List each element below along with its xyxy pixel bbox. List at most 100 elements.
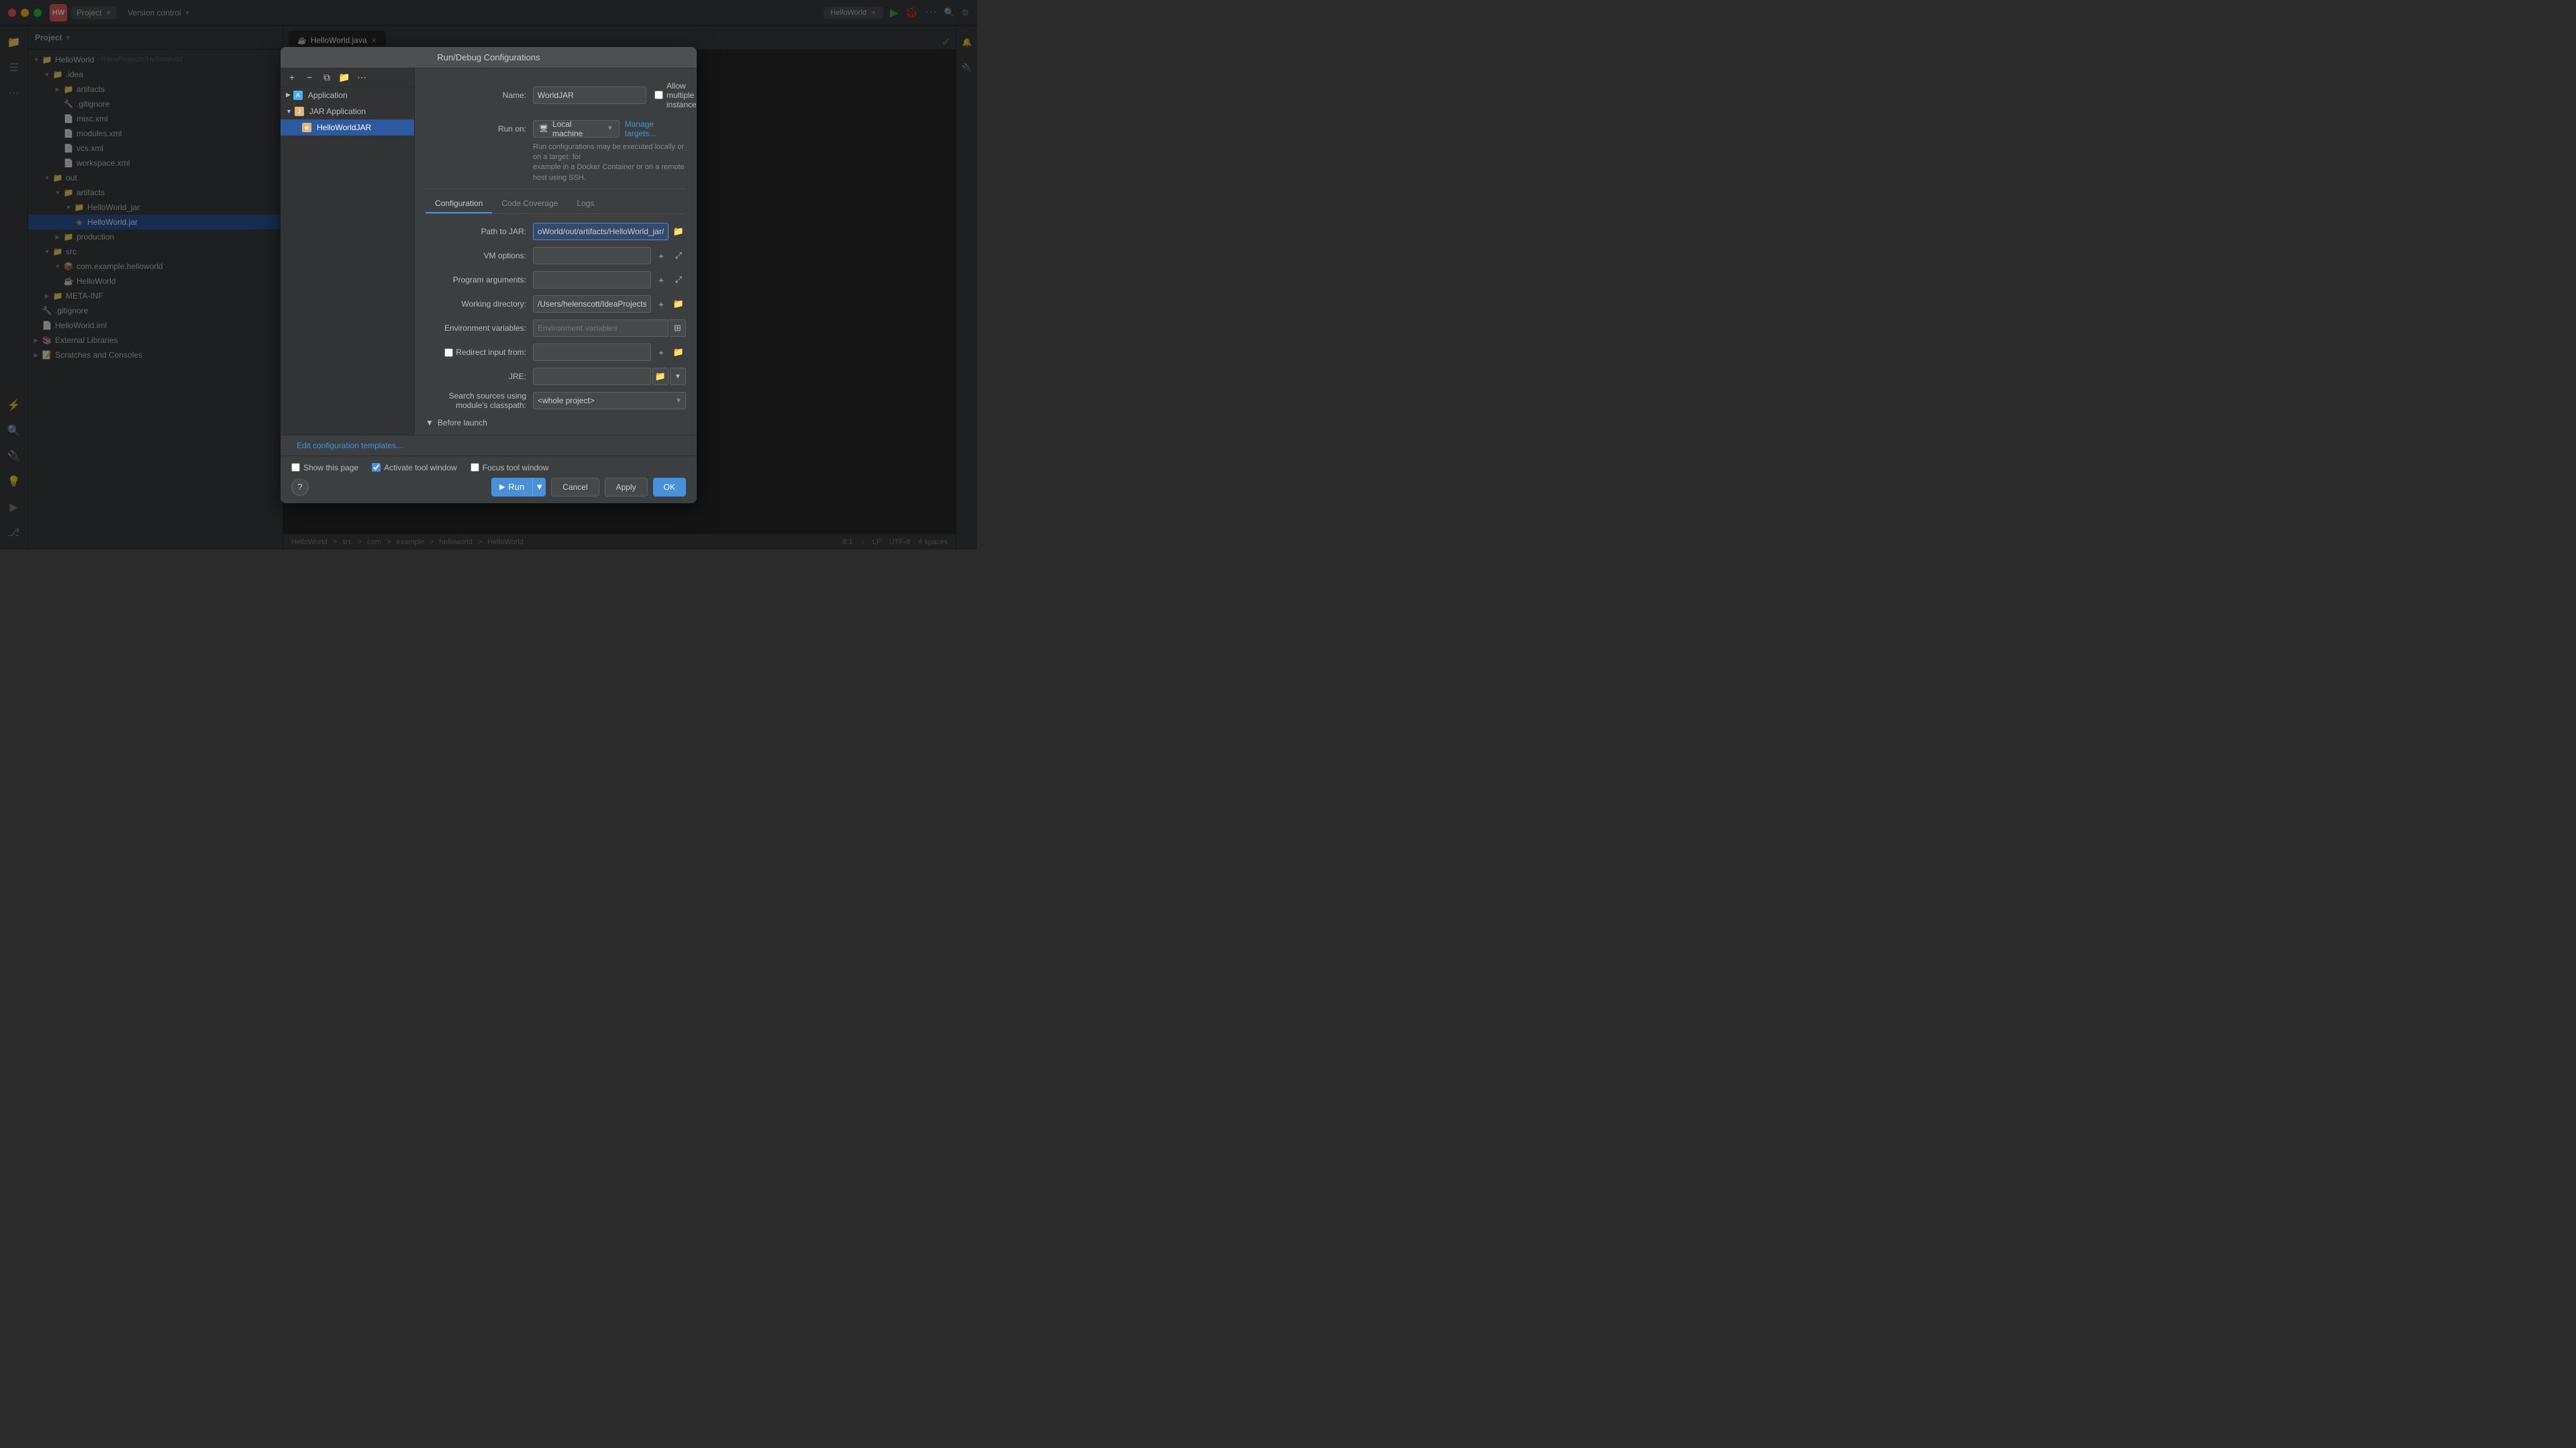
jre-input[interactable] <box>533 368 651 385</box>
jre-field-wrapper: 📁 ▼ <box>533 368 686 385</box>
remove-config-button[interactable]: − <box>302 70 317 85</box>
name-label: Name: <box>426 91 533 100</box>
config-right-panel: Name: Allow multiple instances Store as … <box>415 68 697 435</box>
redirect-input-label: Redirect input from: <box>456 348 526 357</box>
redirect-input-field-wrapper: + 📁 <box>533 344 686 361</box>
add-config-button[interactable]: + <box>285 70 299 85</box>
vm-options-row: VM options: + ⤢ <box>426 246 686 265</box>
path-to-jar-row: Path to JAR: 📁 <box>426 222 686 241</box>
focus-tool-window-checkbox[interactable] <box>470 463 479 472</box>
local-machine-icon: 🖥 <box>539 124 548 133</box>
vm-options-input[interactable] <box>533 247 651 264</box>
tab-logs[interactable]: Logs <box>567 195 603 213</box>
before-launch-section: ▼ Before launch + ✎ ⧉ ↑ ↓ ✦ Build 'Hello… <box>426 415 686 434</box>
working-dir-label: Working directory: <box>426 299 533 309</box>
run-icon: ▶ <box>499 482 505 491</box>
tab-configuration[interactable]: Configuration <box>426 195 492 213</box>
redirect-input-checkbox[interactable] <box>444 348 453 357</box>
env-vars-field-wrapper: ⊞ <box>533 319 686 337</box>
path-to-jar-label: Path to JAR: <box>426 227 533 236</box>
expand-arrow-jar: ▼ <box>286 108 292 115</box>
classpath-wrapper: <whole project> ▼ <box>533 392 686 409</box>
run-dropdown-arrow-button[interactable]: ▼ <box>532 478 546 497</box>
program-args-row: Program arguments: + ⤢ <box>426 270 686 289</box>
copy-config-button[interactable]: ⧉ <box>319 70 334 85</box>
cancel-button[interactable]: Cancel <box>551 478 599 497</box>
activate-tool-window-checkbox[interactable] <box>372 463 381 472</box>
working-dir-browse-button[interactable]: 📁 <box>671 297 686 311</box>
config-tree-panel: + − ⧉ 📁 ⋯ ▶ A Application ▼ J JAR Applic… <box>281 68 415 435</box>
expand-arrow-application: ▶ <box>286 91 291 99</box>
show-this-page-label: Show this page <box>303 463 358 472</box>
working-dir-input[interactable] <box>533 295 651 313</box>
allow-multiple-checkbox-label[interactable]: Allow multiple instances <box>654 81 697 109</box>
show-this-page-checkbox-label[interactable]: Show this page <box>291 463 358 472</box>
jre-dropdown-button[interactable]: ▼ <box>670 368 686 385</box>
help-button[interactable]: ? <box>291 478 309 496</box>
config-category-jar[interactable]: ▼ J JAR Application <box>281 103 414 119</box>
before-launch-label: Before launch <box>438 418 487 427</box>
allow-multiple-checkbox[interactable] <box>654 91 663 99</box>
run-main-button[interactable]: ▶ Run <box>491 478 532 497</box>
dialog-body: + − ⧉ 📁 ⋯ ▶ A Application ▼ J JAR Applic… <box>281 68 697 435</box>
working-dir-add-button[interactable]: + <box>654 297 668 311</box>
config-label-application: Application <box>308 91 348 100</box>
redirect-input-row: Redirect input from: + 📁 <box>426 343 686 362</box>
more-config-button[interactable]: ⋯ <box>354 70 369 85</box>
redirect-input-input[interactable] <box>533 344 651 361</box>
focus-tool-window-label: Focus tool window <box>483 463 549 472</box>
run-label: Run <box>508 482 524 492</box>
run-on-dropdown[interactable]: 🖥 Local machine ▼ <box>533 120 620 138</box>
config-item-helloworldjar[interactable]: ◈ HelloWorldJAR <box>281 119 414 136</box>
dialog-bottom-checkboxes: Show this page Activate tool window Focu… <box>291 463 686 472</box>
vm-options-label: VM options: <box>426 251 533 260</box>
classpath-label: Search sources using module's classpath: <box>426 391 533 410</box>
focus-tool-window-checkbox-label[interactable]: Focus tool window <box>470 463 549 472</box>
apply-button[interactable]: Apply <box>605 478 648 497</box>
program-args-add-button[interactable]: + <box>654 272 668 287</box>
application-icon: A <box>293 91 303 100</box>
run-on-row: Run on: 🖥 Local machine ▼ Manage targets… <box>426 119 686 138</box>
env-vars-label: Environment variables: <box>426 323 533 333</box>
classpath-select[interactable]: <whole project> <box>533 392 686 409</box>
name-input[interactable] <box>533 87 646 104</box>
edit-templates-link[interactable]: Edit configuration templates... <box>291 438 686 456</box>
config-label-helloworldjar: HelloWorldJAR <box>317 123 371 132</box>
vm-options-expand-button[interactable]: ⤢ <box>671 248 686 263</box>
manage-targets-link[interactable]: Manage targets... <box>625 119 686 138</box>
jre-browse-button[interactable]: 📁 <box>652 368 668 385</box>
dialog-bottom: Show this page Activate tool window Focu… <box>281 456 697 503</box>
allow-multiple-label: Allow multiple instances <box>666 81 697 109</box>
path-to-jar-browse-button[interactable]: 📁 <box>671 224 686 239</box>
run-on-label: Run on: <box>426 124 533 134</box>
name-row: Name: Allow multiple instances Store as … <box>426 76 686 114</box>
working-dir-row: Working directory: + 📁 <box>426 295 686 313</box>
activate-tool-window-label: Activate tool window <box>384 463 457 472</box>
program-args-input[interactable] <box>533 271 651 289</box>
run-on-value: Local machine <box>552 119 603 138</box>
path-to-jar-input[interactable] <box>533 223 668 240</box>
env-vars-input[interactable] <box>533 319 668 337</box>
vm-options-add-button[interactable]: + <box>654 248 668 263</box>
run-on-dropdown-arrow: ▼ <box>607 125 613 132</box>
env-vars-edit-button[interactable]: ⊞ <box>670 319 686 337</box>
env-vars-row: Environment variables: ⊞ <box>426 319 686 338</box>
dialog-title: Run/Debug Configurations <box>281 47 697 68</box>
ok-button[interactable]: OK <box>653 478 686 497</box>
before-launch-header[interactable]: ▼ Before launch <box>426 415 686 430</box>
redirect-input-browse-button[interactable]: 📁 <box>671 345 686 360</box>
vm-options-field-wrapper: + ⤢ <box>533 247 686 264</box>
show-this-page-checkbox[interactable] <box>291 463 300 472</box>
activate-tool-window-checkbox-label[interactable]: Activate tool window <box>372 463 457 472</box>
config-category-application[interactable]: ▶ A Application <box>281 87 414 103</box>
config-tabs: Configuration Code Coverage Logs <box>426 195 686 214</box>
classpath-row: Search sources using module's classpath:… <box>426 391 686 410</box>
dialog-buttons: ? ▶ Run ▼ Cancel Apply OK <box>291 478 686 497</box>
folder-config-button[interactable]: 📁 <box>337 70 352 85</box>
jar-item-icon: ◈ <box>302 123 311 132</box>
redirect-input-add-button[interactable]: + <box>654 345 668 360</box>
program-args-label: Program arguments: <box>426 275 533 285</box>
program-args-expand-button[interactable]: ⤢ <box>671 272 686 287</box>
tab-code-coverage[interactable]: Code Coverage <box>492 195 567 213</box>
run-dropdown-arrow: ▼ <box>535 482 544 492</box>
